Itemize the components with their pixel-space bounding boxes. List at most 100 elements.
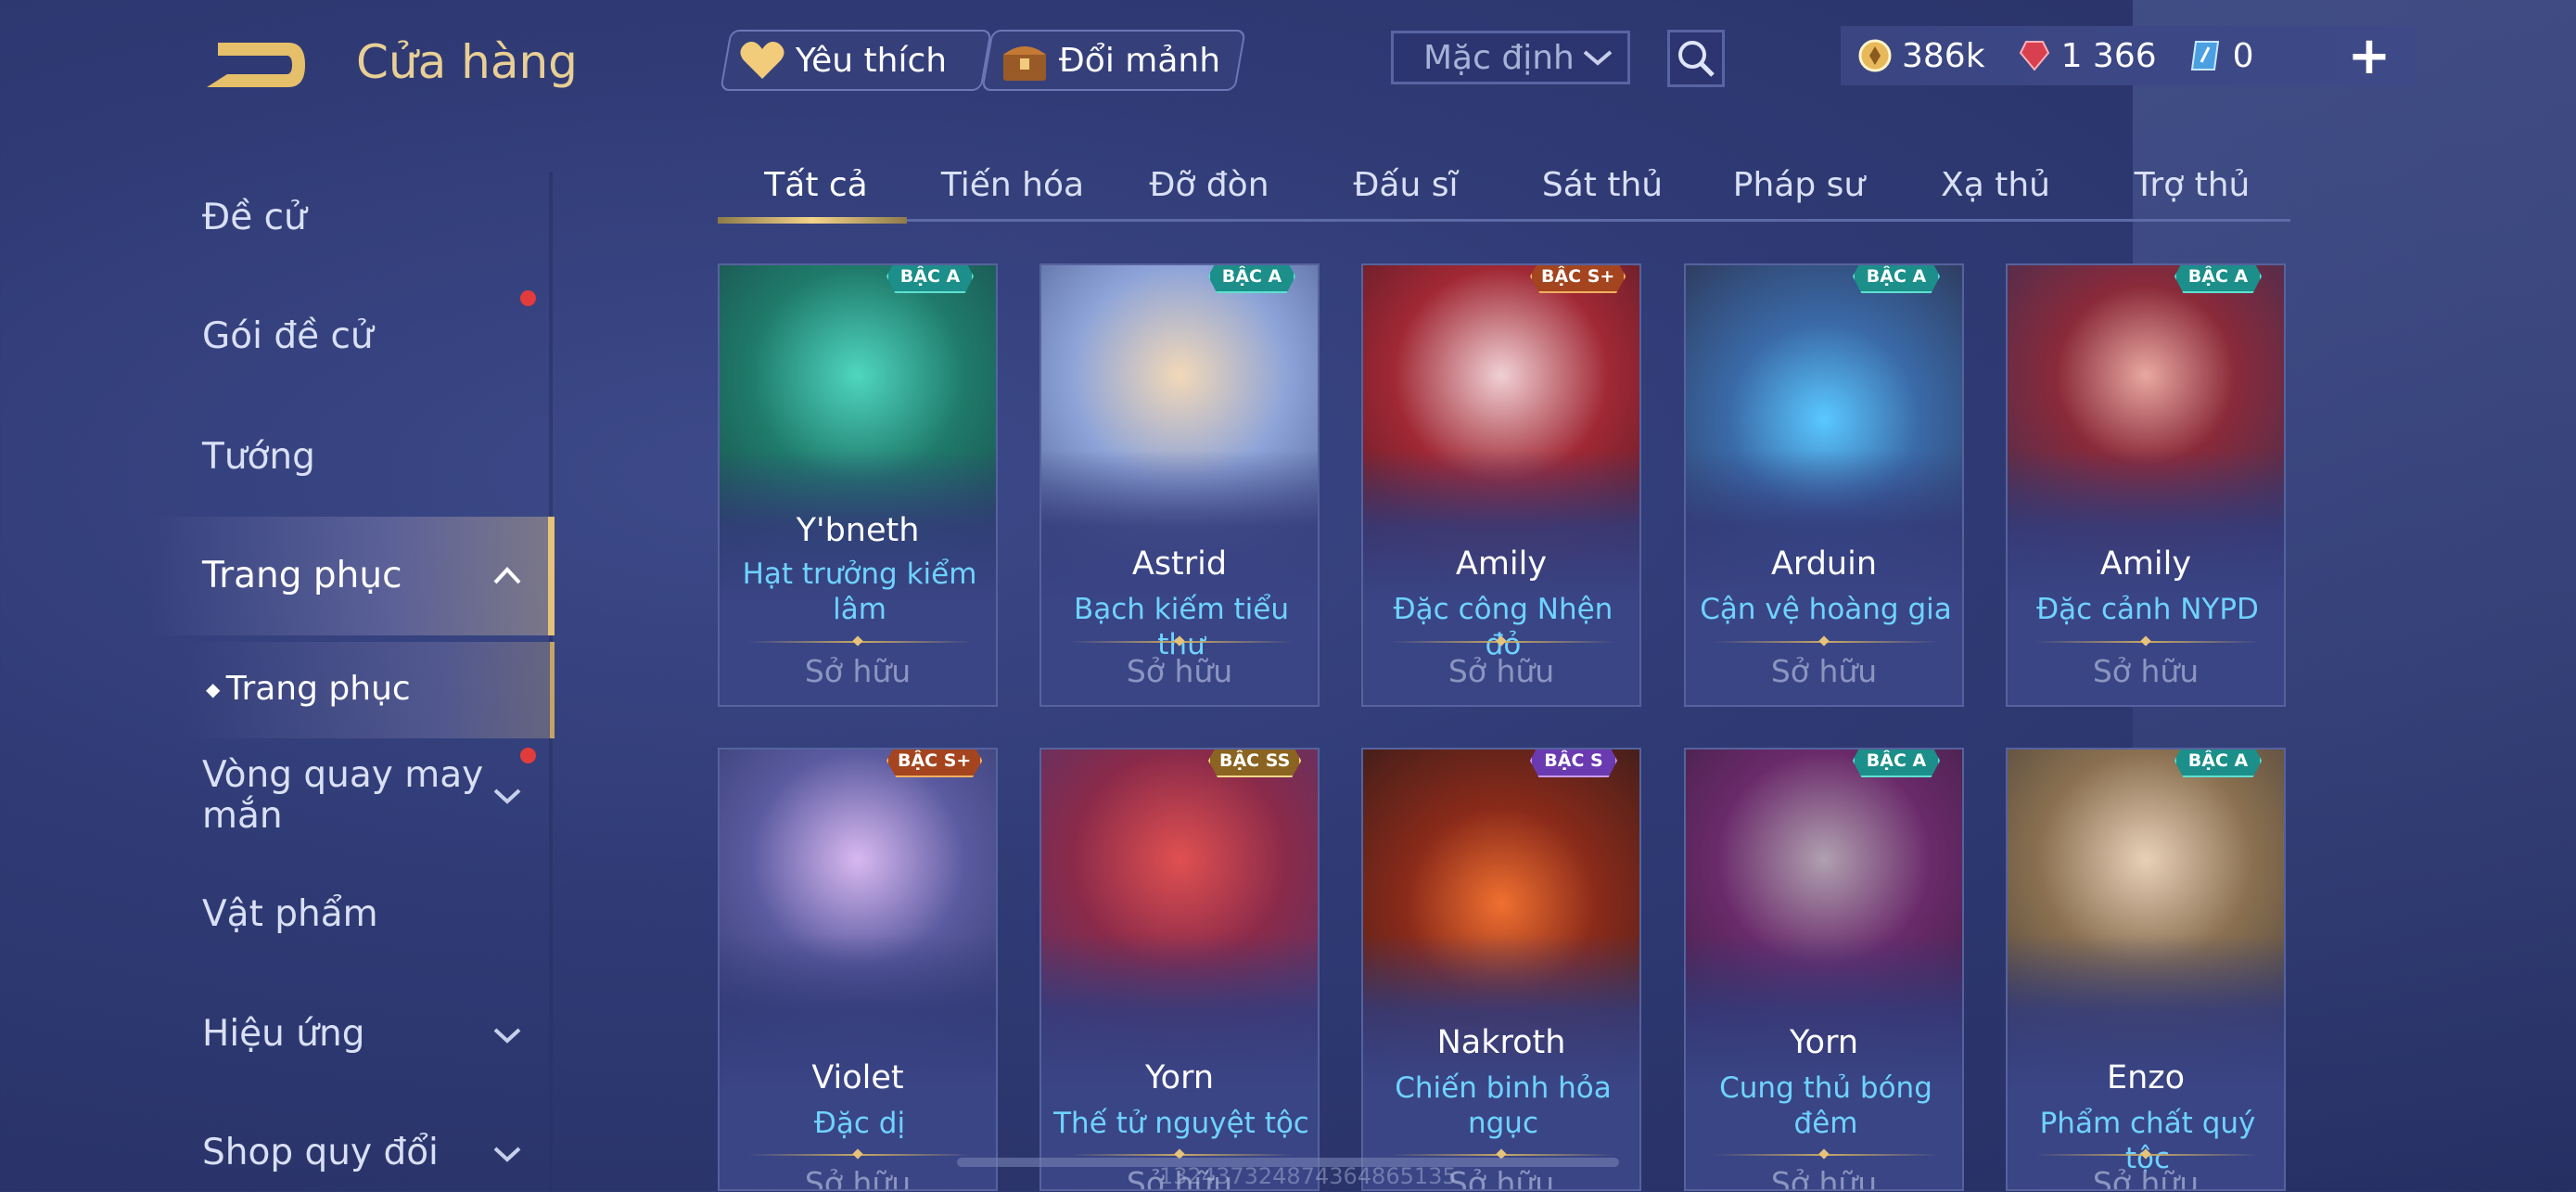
sidebar-subitem-label: Trang phục <box>225 670 411 708</box>
red-gem-icon <box>2019 41 2049 71</box>
category-tabs: Tất cả Tiến hóa Đỡ đòn Đấu sĩ Sát thủ Ph… <box>718 158 2290 223</box>
hero-name: Nakroth <box>1436 1024 1566 1061</box>
skin-name: Đặc cảnh NYPD <box>2036 593 2259 626</box>
user-id-watermark: 132437324874364865135 <box>1159 1163 1457 1189</box>
hero-name: Astrid <box>1131 545 1228 583</box>
tier-badge: BẬC SS <box>1208 750 1302 777</box>
page-title: Cửa hàng <box>356 35 578 89</box>
active-tab-indicator <box>718 217 907 224</box>
tab-support[interactable]: Trợ thủ <box>2094 158 2290 223</box>
voucher-currency: 0 <box>2188 37 2254 75</box>
owned-status: Sở hữu <box>1770 1165 1878 1191</box>
skin-name: Chiến binh hỏa ngục <box>1395 1071 1612 1140</box>
skin-card[interactable]: BẬC A Enzo Phẩm chất quý tộc Sở hữu <box>2006 748 2286 1191</box>
chevron-down-icon <box>1583 50 1613 66</box>
skin-card[interactable]: BẬC S+ Violet Đặc dị Sở hữu <box>718 748 998 1191</box>
gold-currency: 386k <box>1857 37 1985 75</box>
hero-name: Yorn <box>1144 1059 1215 1096</box>
tier-badge: BẬC A <box>1853 750 1940 777</box>
skin-name: Bạch kiếm tiểu thư <box>1074 593 1289 661</box>
blue-voucher-icon <box>2190 41 2219 70</box>
tier-badge: BẬC A <box>2174 750 2262 777</box>
owned-status: Sở hữu <box>2092 1165 2200 1191</box>
sidebar-item-exchange-shop[interactable]: Shop quy đổi <box>202 1132 439 1173</box>
skin-name: Cung thủ bóng đêm <box>1719 1071 1932 1140</box>
voucher-value: 0 <box>2232 36 2254 75</box>
exchange-label: Đổi mảnh <box>1059 41 1221 80</box>
skin-card[interactable]: BẬC S Nakroth Chiến binh hỏa ngục Sở hữu <box>1361 748 1641 1191</box>
chevron-down-icon <box>493 1028 521 1044</box>
tab-marksman[interactable]: Xạ thủ <box>1897 158 2094 223</box>
notification-dot <box>520 748 536 763</box>
skin-name: Hạt trưởng kiểm lâm <box>742 558 977 626</box>
sort-dropdown[interactable]: Mặc định <box>1391 31 1630 84</box>
chevron-up-icon <box>493 567 521 584</box>
owned-status: Sở hữu <box>1447 653 1555 689</box>
tab-assassin[interactable]: Sát thủ <box>1504 158 1701 223</box>
gold-value: 386k <box>1902 36 1985 75</box>
skin-name: Đặc dị <box>813 1107 906 1140</box>
favorites-button[interactable]: Yêu thích <box>720 30 992 91</box>
search-button[interactable] <box>1667 30 1725 87</box>
sidebar-subitem-skins[interactable]: ◆ Trang phục <box>206 670 411 708</box>
tier-badge: BẬC A <box>886 265 974 293</box>
sidebar-item-heroes[interactable]: Tướng <box>202 436 315 478</box>
tier-badge: BẬC S+ <box>886 750 983 777</box>
tab-evolution[interactable]: Tiến hóa <box>914 158 1111 223</box>
tier-badge: BẬC S+ <box>1530 265 1626 293</box>
diamond-bullet-icon: ◆ <box>206 678 226 700</box>
treasure-chest-icon <box>1003 46 1046 81</box>
skin-name: Đặc công Nhện đỏ <box>1393 593 1613 661</box>
plus-icon: + <box>2347 25 2391 86</box>
gem-currency: 1 366 <box>2017 37 2157 75</box>
tier-badge: BẬC A <box>1208 265 1295 293</box>
gem-value: 1 366 <box>2060 36 2157 75</box>
owned-status: Sở hữu <box>2092 653 2200 689</box>
chevron-down-icon <box>493 788 521 804</box>
exchange-fragments-button[interactable]: Đổi mảnh <box>981 30 1246 91</box>
back-button[interactable] <box>199 37 311 95</box>
tier-badge: BẬC S <box>1530 750 1617 777</box>
skin-card[interactable]: BẬC SS Yorn Thế tử nguyệt tộc Sở hữu <box>1039 748 1320 1191</box>
skin-card[interactable]: BẬC A Arduin Cận vệ hoàng gia Sở hữu <box>1684 263 1964 707</box>
skin-card[interactable]: BẬC A Astrid Bạch kiếm tiểu thư Sở hữu <box>1039 263 1320 707</box>
back-arrow-icon <box>207 43 305 87</box>
skin-card[interactable]: BẬC A Y'bneth Hạt trưởng kiểm lâm Sở hữu <box>718 263 998 707</box>
add-currency-button[interactable]: + <box>2347 25 2391 86</box>
hero-name: Y'bneth <box>796 512 920 549</box>
tab-fighter[interactable]: Đấu sĩ <box>1307 158 1504 223</box>
heart-icon <box>740 42 784 79</box>
skin-name: Cận vệ hoàng gia <box>1700 593 1952 626</box>
owned-status: Sở hữu <box>1126 653 1233 689</box>
sidebar-item-items[interactable]: Vật phẩm <box>202 893 378 935</box>
sort-value: Mặc định <box>1423 38 1575 77</box>
tab-tank[interactable]: Đỡ đòn <box>1111 158 1307 223</box>
sidebar-item-recommended[interactable]: Đề cử <box>202 197 307 238</box>
owned-status: Sở hữu <box>804 653 912 689</box>
hero-name: Enzo <box>2106 1059 2186 1096</box>
tab-mage[interactable]: Pháp sư <box>1701 158 1897 223</box>
sidebar-item-recommended-bundles[interactable]: Gói đề cử <box>202 315 374 357</box>
tab-all[interactable]: Tất cả <box>718 158 914 223</box>
hero-name: Violet <box>811 1059 904 1096</box>
skin-card[interactable]: BẬC S+ Amily Đặc công Nhện đỏ Sở hữu <box>1361 263 1641 707</box>
notification-dot <box>520 290 536 306</box>
hero-name: Amily <box>2099 545 2192 583</box>
skin-name: Thế tử nguyệt tộc <box>1053 1107 1309 1140</box>
tier-badge: BẬC A <box>1853 265 1940 293</box>
sidebar-item-effects[interactable]: Hiệu ứng <box>202 1013 364 1055</box>
skin-card[interactable]: BẬC A Yorn Cung thủ bóng đêm Sở hữu <box>1684 748 1964 1191</box>
favorites-label: Yêu thích <box>796 41 948 80</box>
currency-bar: 386k 1 366 0 <box>1841 26 2416 85</box>
hero-name: Arduin <box>1770 545 1878 583</box>
search-icon <box>1678 41 1715 77</box>
sidebar-item-lucky-wheel[interactable]: Vòng quay may mắn <box>202 755 499 837</box>
owned-status: Sở hữu <box>804 1165 912 1191</box>
chevron-down-icon <box>493 1147 521 1162</box>
sidebar-item-skins[interactable]: Trang phục <box>202 555 402 596</box>
gold-coin-icon <box>1858 39 1892 72</box>
hero-name: Amily <box>1455 545 1548 583</box>
hero-name: Yorn <box>1789 1024 1859 1061</box>
skin-card[interactable]: BẬC A Amily Đặc cảnh NYPD Sở hữu <box>2006 263 2286 707</box>
owned-status: Sở hữu <box>1770 653 1878 689</box>
